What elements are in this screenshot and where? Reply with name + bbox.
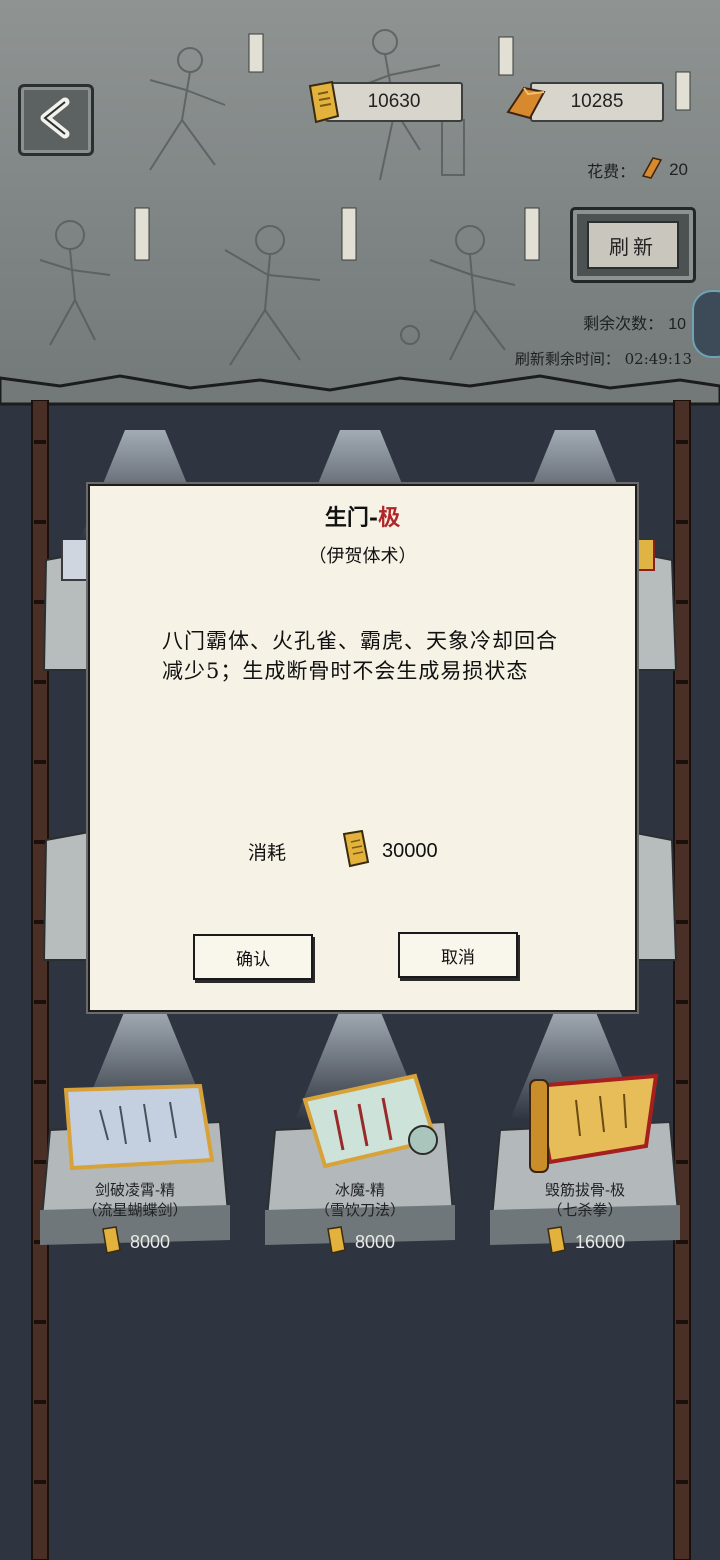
refresh-button[interactable]: 刷新 (570, 207, 696, 283)
scroll-currency-value: 10630 (367, 91, 421, 112)
timer-value: 02:49:13 (624, 350, 692, 368)
cost-value: 30000 (382, 840, 438, 862)
gold-bar-small-icon (641, 156, 663, 184)
cost-label: 消耗 (248, 842, 287, 864)
timer-label: 刷新剩余时间： (514, 350, 620, 368)
scroll-icon (100, 1226, 122, 1259)
cancel-label: 取消 (441, 947, 475, 968)
back-button[interactable] (18, 84, 94, 156)
scroll-icon (304, 80, 342, 128)
gold-currency-display: 10285 (530, 82, 664, 122)
cost-label: 花费： (587, 162, 636, 181)
scroll-currency-display: 10630 (325, 82, 463, 122)
item-price: 8000 (129, 1232, 171, 1252)
bamboo-scroll-icon (302, 1073, 438, 1169)
item-school: （流星蝴蝶剑） (82, 1201, 188, 1219)
shop-item[interactable]: 毁筋拔骨-极 （七杀拳） 16000 (490, 1073, 680, 1260)
skill-grade: 极 (378, 505, 401, 531)
gold-currency-value: 10285 (570, 91, 624, 112)
confirm-label: 确认 (236, 949, 270, 970)
remaining-label: 剩余次数： (583, 314, 664, 333)
purchase-cost: 消耗 30000 (248, 829, 438, 873)
refresh-label: 刷新 (587, 221, 679, 269)
confirm-button[interactable]: 确认 (193, 934, 313, 980)
cost-value: 20 (669, 160, 688, 179)
refresh-timer: 刷新剩余时间： 02:49:13 (515, 348, 692, 369)
shop-item[interactable]: 剑破凌霄-精 （流星蝴蝶剑） 8000 (40, 1080, 230, 1260)
side-pull-tab[interactable] (692, 290, 720, 358)
skill-description: 八门霸体、火孔雀、霸虎、天象冷却回合减少5；生成断骨时不会生成易损状态 (162, 629, 558, 683)
item-school: （七杀拳） (547, 1201, 623, 1219)
gold-bar-icon (504, 82, 548, 126)
remaining-count: 剩余次数： 10 (583, 310, 686, 334)
skill-name: 生门- (324, 505, 379, 531)
scroll-icon (325, 1226, 347, 1259)
item-school: （雪饮刀法） (314, 1201, 405, 1219)
item-name: 剑破凌霄-精 (94, 1181, 176, 1199)
refresh-cost: 花费： 20 (587, 156, 688, 184)
scroll-icon (340, 829, 370, 873)
item-price: 16000 (574, 1232, 626, 1252)
dialog-title: 生门-极 (90, 500, 635, 532)
purchase-dialog: 生门-极 （伊贺体术） 八门霸体、火孔雀、霸虎、天象冷却回合减少5；生成断骨时不… (88, 484, 637, 1012)
scroll-icon (545, 1226, 567, 1259)
shop-item[interactable]: 冰魔-精 （雪饮刀法） 8000 (265, 1073, 455, 1260)
golden-scroll-icon (529, 1073, 659, 1173)
cancel-button[interactable]: 取消 (398, 932, 518, 978)
remaining-value: 10 (668, 316, 686, 333)
chevron-left-icon (35, 96, 77, 144)
item-name: 毁筋拔骨-极 (544, 1181, 626, 1199)
skill-school: （伊贺体术） (308, 546, 417, 567)
item-name: 冰魔-精 (334, 1181, 386, 1199)
header-banner: 10630 10285 花费： 20 刷新 剩余次数： 10 刷新剩余时间： 0… (0, 0, 720, 405)
item-price: 8000 (354, 1232, 396, 1252)
sketch-mural-art (39, 29, 691, 366)
stone-tablet-icon (63, 1083, 215, 1171)
